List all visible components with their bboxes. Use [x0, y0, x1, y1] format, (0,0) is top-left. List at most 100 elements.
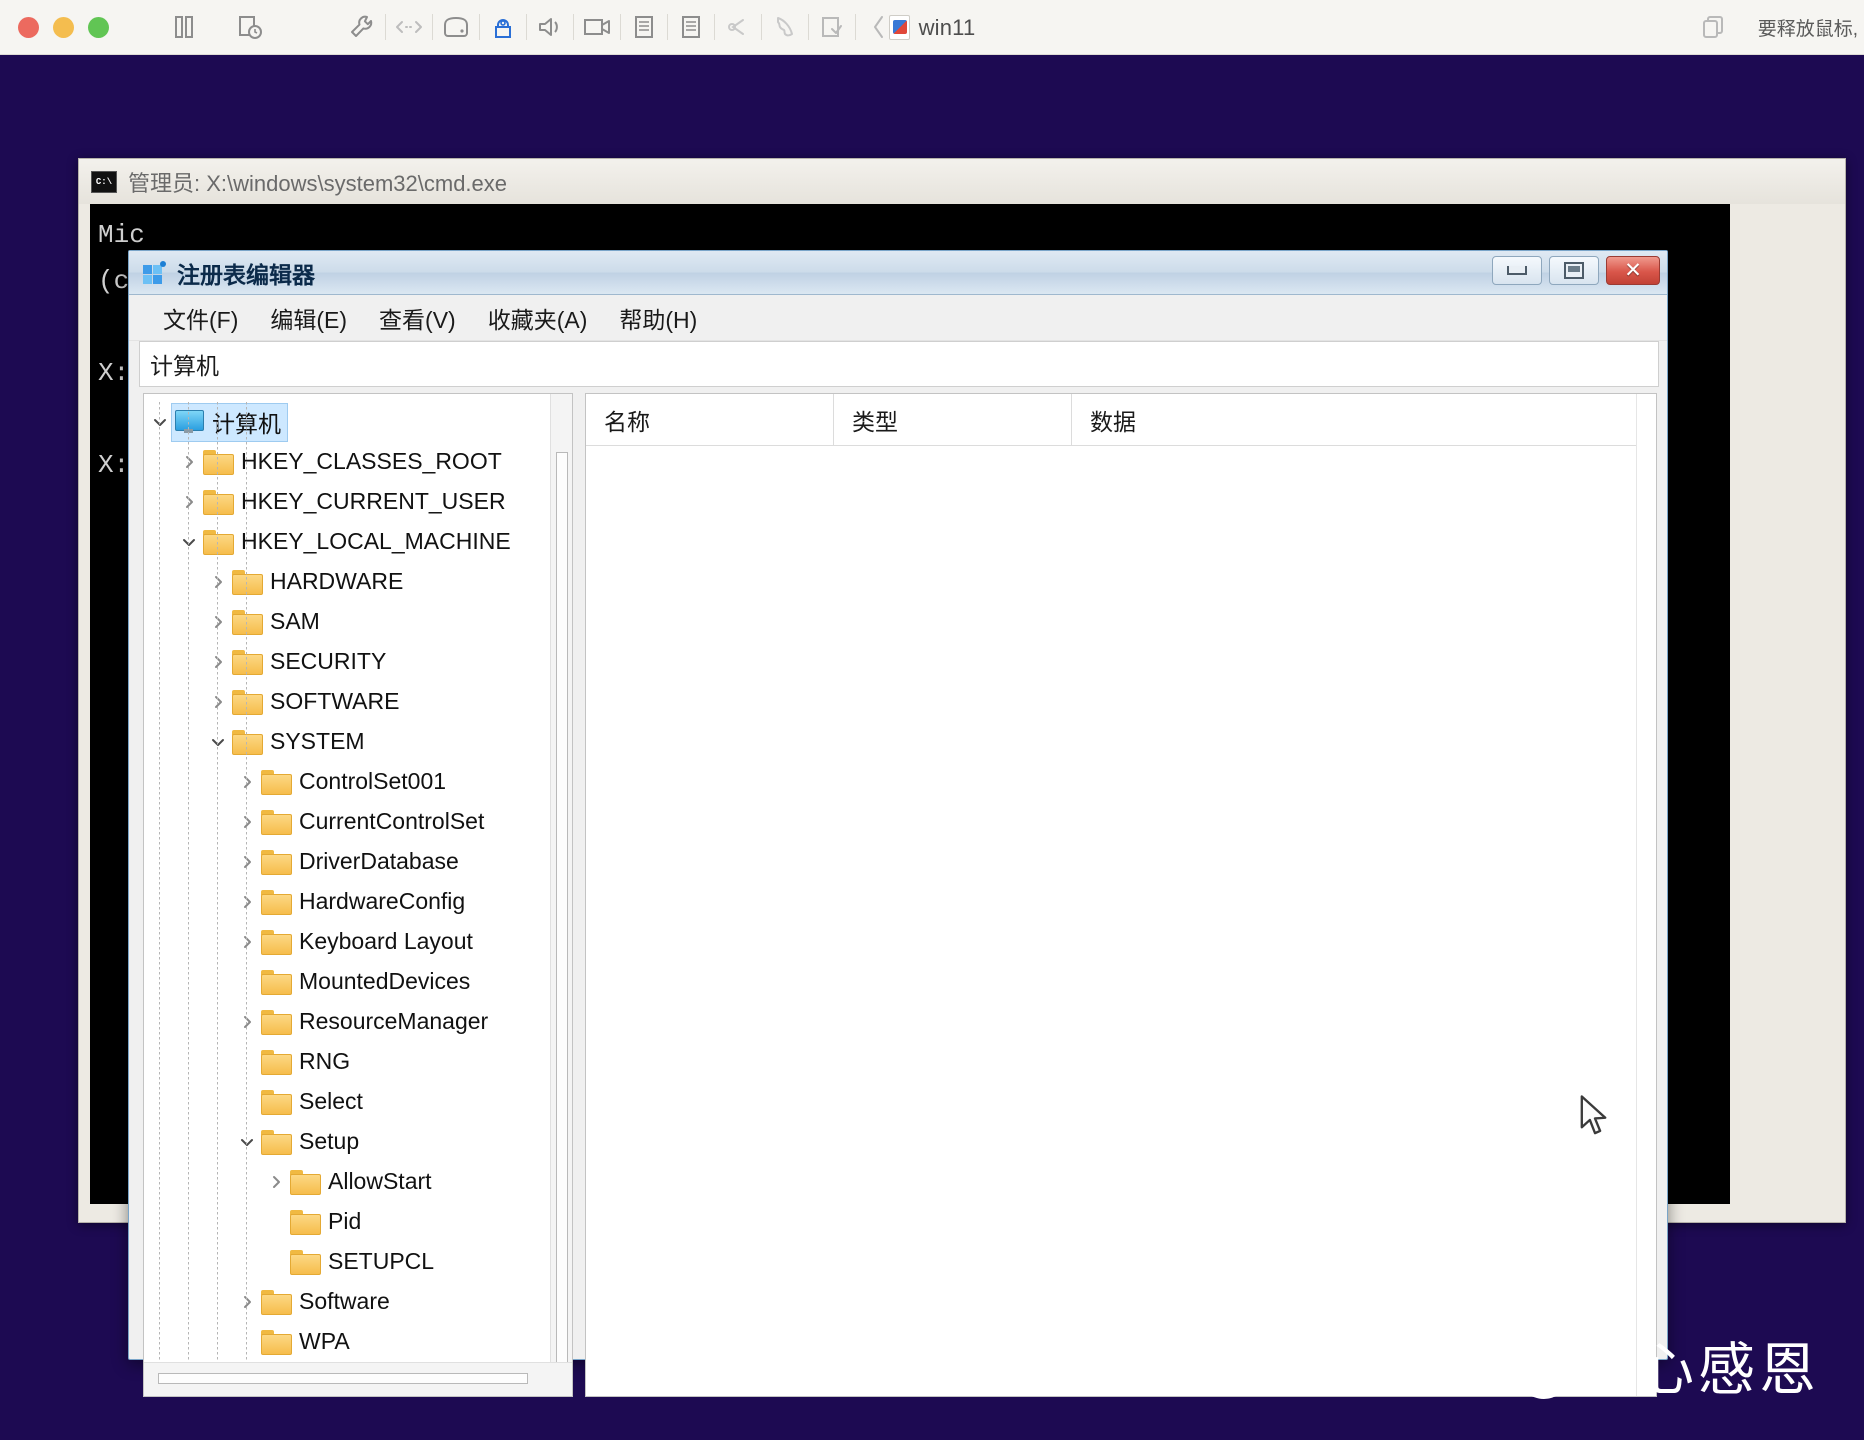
close-window-button[interactable]: [18, 16, 39, 38]
menu-edit[interactable]: 编辑(E): [254, 297, 363, 339]
tree-node-content[interactable]: Select: [259, 1087, 369, 1117]
tree-node-content[interactable]: DriverDatabase: [259, 847, 465, 877]
printer-icon[interactable]: [621, 5, 667, 49]
tree-node-content[interactable]: CurrentControlSet: [259, 807, 490, 837]
tree-node-content[interactable]: Pid: [288, 1207, 367, 1237]
cmd-titlebar[interactable]: C:\ 管理员: X:\windows\system32\cmd.exe: [79, 159, 1845, 204]
chevron-down-icon[interactable]: [150, 412, 170, 432]
tree-node-content[interactable]: Keyboard Layout: [259, 927, 479, 957]
tree-node-content[interactable]: MountedDevices: [259, 967, 476, 997]
chevron-right-icon[interactable]: [208, 692, 228, 712]
camera-icon[interactable]: [574, 5, 620, 49]
chevron-right-icon[interactable]: [208, 612, 228, 632]
tree-node-content[interactable]: SECURITY: [230, 647, 392, 677]
chevron-right-icon[interactable]: [237, 812, 257, 832]
chevron-right-icon[interactable]: [237, 852, 257, 872]
tree-node-content[interactable]: Setup: [259, 1127, 365, 1157]
regedit-titlebar[interactable]: 注册表编辑器 ✕: [129, 251, 1667, 295]
registry-tree-scroll-area[interactable]: 计算机 HKEY_CLASSES_ROOT HKEY_CURRENT_USER HKE…: [144, 394, 572, 1362]
sound-icon[interactable]: [527, 5, 573, 49]
tree-node-content[interactable]: SAM: [230, 607, 326, 637]
tree-node-content[interactable]: HARDWARE: [230, 567, 409, 597]
tree-node-security[interactable]: SECURITY: [144, 642, 572, 682]
chevron-right-icon[interactable]: [237, 1292, 257, 1312]
tree-vertical-scrollbar[interactable]: [550, 394, 572, 1362]
column-header-type[interactable]: 类型: [834, 394, 1072, 446]
close-button[interactable]: ✕: [1606, 256, 1660, 285]
registry-tree-pane[interactable]: 计算机 HKEY_CLASSES_ROOT HKEY_CURRENT_USER HKE…: [143, 393, 573, 1397]
tree-node-setup[interactable]: Setup: [144, 1122, 572, 1162]
chevron-down-icon[interactable]: [237, 1132, 257, 1152]
tree-node-resourcemanager[interactable]: ResourceManager: [144, 1002, 572, 1042]
tree-node-pid[interactable]: Pid: [144, 1202, 572, 1242]
tree-node-content[interactable]: HardwareConfig: [259, 887, 471, 917]
tree-node-hardwareconfig[interactable]: HardwareConfig: [144, 882, 572, 922]
tree-node-driverdatabase[interactable]: DriverDatabase: [144, 842, 572, 882]
tree-node-content[interactable]: ResourceManager: [259, 1007, 494, 1037]
chevron-down-icon[interactable]: [208, 732, 228, 752]
tree-node-content[interactable]: ControlSet001: [259, 767, 452, 797]
values-vertical-scrollbar[interactable]: [1636, 394, 1656, 1396]
menu-help[interactable]: 帮助(H): [603, 297, 713, 339]
registry-path-bar[interactable]: 计算机: [139, 341, 1659, 387]
tree-vertical-scroll-thumb[interactable]: [556, 452, 568, 1362]
minimize-button[interactable]: [1492, 256, 1542, 285]
chevron-right-icon[interactable]: [237, 772, 257, 792]
tree-node-hkey-local-machine[interactable]: HKEY_LOCAL_MACHINE: [144, 522, 572, 562]
tree-node-content[interactable]: 计算机: [171, 402, 288, 442]
zoom-window-button[interactable]: [88, 16, 109, 38]
tree-node-hkey-classes-root[interactable]: HKEY_CLASSES_ROOT: [144, 442, 572, 482]
printer2-icon[interactable]: [668, 5, 714, 49]
tree-node-mounteddevices[interactable]: MountedDevices: [144, 962, 572, 1002]
tree-node-content[interactable]: HKEY_LOCAL_MACHINE: [201, 527, 517, 557]
chevron-right-icon[interactable]: [237, 1012, 257, 1032]
chevron-right-icon[interactable]: [179, 492, 199, 512]
chevron-down-icon[interactable]: [179, 532, 199, 552]
column-header-name[interactable]: 名称: [586, 394, 834, 446]
menu-file[interactable]: 文件(F): [147, 297, 254, 339]
tree-node-keyboard-layout[interactable]: Keyboard Layout: [144, 922, 572, 962]
tree-node-wpa[interactable]: WPA: [144, 1322, 572, 1362]
tree-node-hardware[interactable]: HARDWARE: [144, 562, 572, 602]
chevron-right-icon[interactable]: [266, 1172, 286, 1192]
tree-node-content[interactable]: HKEY_CURRENT_USER: [201, 487, 512, 517]
chevron-right-icon[interactable]: [208, 572, 228, 592]
chevron-right-icon[interactable]: [237, 932, 257, 952]
tree-node-controlset001[interactable]: ControlSet001: [144, 762, 572, 802]
menu-view[interactable]: 查看(V): [363, 297, 472, 339]
tree-node-content[interactable]: AllowStart: [288, 1167, 438, 1197]
tree-node-software[interactable]: SOFTWARE: [144, 682, 572, 722]
minimize-window-button[interactable]: [53, 16, 74, 38]
tree-node--[interactable]: 计算机: [144, 402, 572, 442]
window-restore-icon[interactable]: [1690, 6, 1736, 50]
tree-node-system[interactable]: SYSTEM: [144, 722, 572, 762]
clipboard-icon[interactable]: [809, 5, 855, 49]
tree-node-sam[interactable]: SAM: [144, 602, 572, 642]
tree-node-content[interactable]: RNG: [259, 1047, 356, 1077]
tree-node-select[interactable]: Select: [144, 1082, 572, 1122]
back-chevron-icon[interactable]: [856, 5, 902, 49]
tree-node-content[interactable]: Software: [259, 1287, 396, 1317]
registry-values-pane[interactable]: 名称 类型 数据: [585, 393, 1657, 1397]
tree-node-content[interactable]: HKEY_CLASSES_ROOT: [201, 447, 508, 477]
snapshot-icon[interactable]: [227, 5, 273, 49]
network-icon[interactable]: [386, 5, 432, 49]
tree-node-allowstart[interactable]: AllowStart: [144, 1162, 572, 1202]
values-list-body[interactable]: [586, 446, 1656, 1396]
settings-wrench-icon[interactable]: [339, 5, 385, 49]
tree-node-hkey-current-user[interactable]: HKEY_CURRENT_USER: [144, 482, 572, 522]
tree-node-rng[interactable]: RNG: [144, 1042, 572, 1082]
tree-node-content[interactable]: SYSTEM: [230, 727, 371, 757]
pause-icon[interactable]: [161, 5, 207, 49]
chevron-right-icon[interactable]: [179, 452, 199, 472]
registry-editor-window[interactable]: 注册表编辑器 ✕ 文件(F) 编辑(E) 查看(V) 收藏夹(A) 帮助(H) …: [128, 250, 1668, 1397]
chevron-right-icon[interactable]: [237, 892, 257, 912]
share-icon[interactable]: [715, 5, 761, 49]
usb-icon[interactable]: [480, 5, 526, 49]
tree-horizontal-scroll-thumb[interactable]: [158, 1373, 528, 1384]
tree-node-currentcontrolset[interactable]: CurrentControlSet: [144, 802, 572, 842]
menu-favorites[interactable]: 收藏夹(A): [472, 297, 604, 339]
tree-node-software[interactable]: Software: [144, 1282, 572, 1322]
bluetooth-phone-icon[interactable]: [762, 5, 808, 49]
tree-node-content[interactable]: WPA: [259, 1327, 356, 1357]
